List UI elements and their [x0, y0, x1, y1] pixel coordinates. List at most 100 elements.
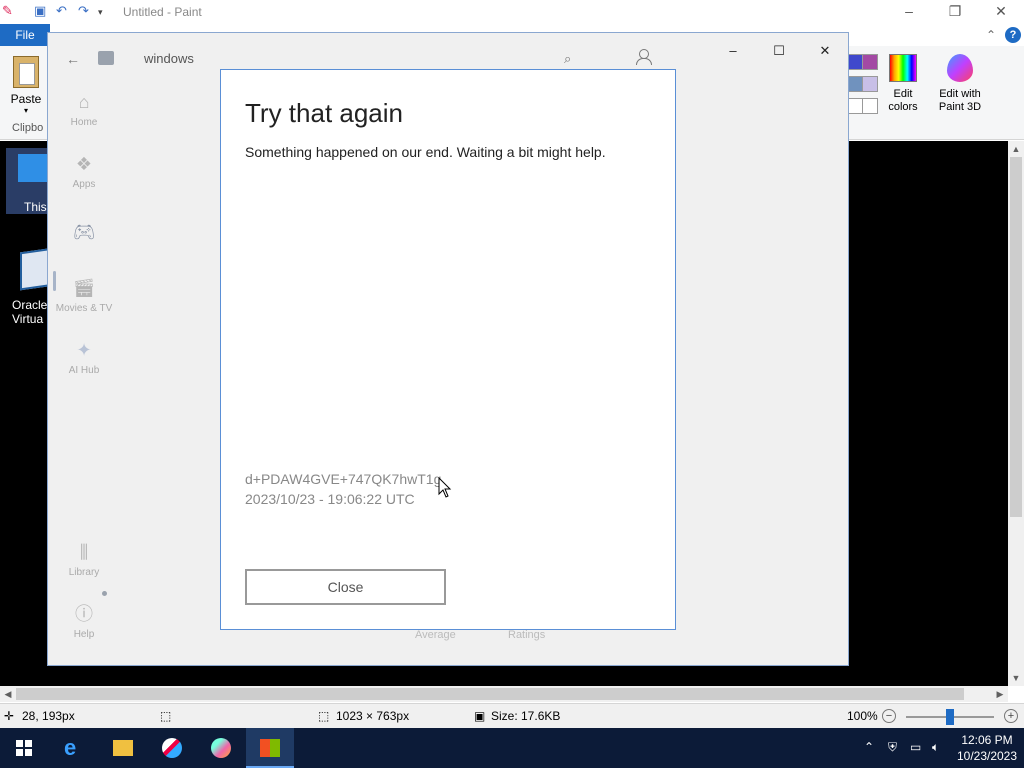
desktop-icon-this-pc[interactable]: This [6, 148, 48, 214]
store-minimize-button[interactable]: – [718, 41, 748, 61]
search-icon[interactable]: ⌕ [564, 51, 571, 67]
zoom-out-icon[interactable]: − [882, 709, 896, 723]
error-code: d+PDAW4GVE+747QK7hwT1g [245, 471, 441, 487]
store-search-input[interactable]: windows [144, 49, 584, 71]
average-label: Average [415, 629, 456, 641]
store-close-button[interactable]: ✕ [810, 41, 840, 61]
nav-item-gaming[interactable]: 🎮︎ [48, 221, 120, 247]
color-swatch[interactable] [862, 98, 878, 114]
volume-muted-icon[interactable]: 🔈︎ [932, 740, 939, 755]
scroll-up-icon[interactable]: ▲ [1008, 141, 1024, 157]
paint-window-title: Untitled - Paint [123, 5, 202, 19]
store-nav: ⌂ Home ❖ Apps 🎮︎ 🎬︎ Movies & TV ✦ AI Hub… [48, 81, 120, 665]
network-icon[interactable]: ▭ [910, 740, 921, 754]
help-circle-icon: ⓘ [75, 604, 93, 624]
help-icon[interactable]: ? [1005, 27, 1021, 43]
customize-quick-access-icon[interactable]: ▾ [98, 7, 103, 18]
taskbar-internet-explorer[interactable]: e [50, 728, 98, 768]
scroll-right-icon[interactable]: ▶ [992, 686, 1008, 702]
nav-label: Home [70, 117, 98, 128]
zoom-slider-thumb[interactable] [946, 709, 954, 725]
nav-label: Help [73, 629, 95, 640]
file-explorer-icon [113, 740, 133, 756]
color-swatch[interactable] [862, 54, 878, 70]
profile-icon[interactable] [635, 48, 652, 65]
dialog-message: Something happened on our end. Waiting a… [245, 144, 606, 160]
vertical-scroll-thumb[interactable] [1010, 157, 1022, 517]
error-timestamp: 2023/10/23 - 19:06:22 UTC [245, 491, 415, 507]
cursor-position-icon: ✛ [4, 709, 15, 723]
gaming-icon: 🎮︎ [72, 222, 96, 242]
file-size: Size: 17.6KB [491, 709, 561, 723]
undo-icon[interactable]: ↶ [56, 3, 67, 19]
taskbar-paint[interactable] [148, 728, 196, 768]
scroll-down-icon[interactable]: ▼ [1008, 670, 1024, 686]
nav-item-home[interactable]: ⌂ Home [48, 91, 120, 128]
paint-3d-icon [947, 54, 973, 82]
color-swatch[interactable] [847, 98, 863, 114]
nav-label: Apps [72, 179, 96, 190]
library-badge [102, 591, 107, 596]
clipboard-group-label: Clipbo [12, 122, 44, 134]
edit-paint3d-label: Edit with Paint 3D [938, 88, 982, 113]
nav-item-library[interactable]: ⫼ Library [48, 541, 120, 578]
nav-item-ai-hub[interactable]: ✦ AI Hub [48, 339, 120, 376]
color-swatch[interactable] [862, 76, 878, 92]
paint-close-button[interactable]: ✕ [978, 0, 1024, 24]
taskbar-file-explorer[interactable] [99, 728, 147, 768]
color-swatch[interactable] [847, 54, 863, 70]
show-hidden-icons-icon[interactable]: ⌃ [864, 740, 874, 754]
nav-label: Movies & TV [55, 303, 113, 314]
scroll-left-icon[interactable]: ◀ [0, 686, 16, 702]
file-size-icon: ▣ [474, 709, 486, 723]
store-logo-icon [98, 51, 114, 65]
start-button[interactable] [0, 728, 48, 768]
ribbon-collapse-icon[interactable]: ⌃ [986, 28, 996, 42]
nav-item-movies-tv[interactable]: 🎬︎ Movies & TV [48, 277, 120, 314]
close-button[interactable]: Close [245, 569, 446, 605]
library-icon: ⫼ [79, 542, 89, 562]
zoom-in-icon[interactable]: + [1004, 709, 1018, 723]
paint-minimize-button[interactable]: – [886, 0, 932, 24]
redo-icon[interactable]: ↷ [78, 3, 89, 19]
paint-3d-icon [211, 738, 231, 758]
computer-icon [18, 154, 48, 182]
paint-maximize-button[interactable]: ❐ [932, 0, 978, 24]
vertical-scrollbar[interactable]: ▲ ▼ [1008, 141, 1024, 686]
internet-explorer-icon: e [64, 735, 77, 760]
mouse-cursor-icon [438, 477, 452, 498]
nav-label: AI Hub [68, 365, 100, 376]
file-tab[interactable]: File [0, 24, 50, 46]
edit-with-paint3d-button[interactable]: Edit with Paint 3D [934, 54, 986, 114]
paint-app-icon: ✎ [2, 3, 13, 18]
movies-icon: 🎬︎ [72, 278, 96, 298]
canvas-size: 1023 × 763px [336, 709, 410, 723]
color-spectrum-icon [889, 54, 917, 82]
back-arrow-icon[interactable]: ← [66, 51, 80, 67]
edit-colors-label: Edit colors [888, 88, 918, 113]
nav-label: Library [68, 567, 100, 578]
nav-item-help[interactable]: ⓘ Help [48, 603, 120, 640]
taskbar-store[interactable] [246, 728, 294, 768]
paste-label: Paste [10, 92, 42, 106]
defender-icon[interactable]: ⛨ [888, 740, 897, 755]
this-pc-label: This [24, 200, 47, 214]
clipboard-icon [13, 56, 39, 88]
dialog-title: Try that again [245, 98, 404, 128]
error-dialog: Try that again Something happened on our… [220, 69, 676, 630]
clock-time: 12:06 PM [961, 733, 1013, 747]
taskbar-clock[interactable]: 12:06 PM 10/23/2023 [950, 732, 1024, 764]
nav-item-apps[interactable]: ❖ Apps [48, 153, 120, 190]
store-maximize-button[interactable]: ☐ [764, 41, 794, 61]
paint-titlebar: ✎ ▣ ↶ ↷ ▾ Untitled - Paint – ❐ ✕ [0, 0, 1024, 24]
color-swatch[interactable] [847, 76, 863, 92]
apps-icon: ❖ [75, 154, 93, 174]
horizontal-scrollbar[interactable]: ◀ ▶ [0, 686, 1008, 702]
horizontal-scroll-thumb[interactable] [16, 688, 964, 700]
paint-icon [162, 738, 182, 758]
taskbar-paint-3d[interactable] [197, 728, 245, 768]
home-icon: ⌂ [78, 92, 90, 112]
paste-button[interactable]: Paste ▾ [6, 52, 46, 118]
save-icon[interactable]: ▣ [34, 3, 46, 19]
edit-colors-button[interactable]: Edit colors [880, 54, 926, 114]
